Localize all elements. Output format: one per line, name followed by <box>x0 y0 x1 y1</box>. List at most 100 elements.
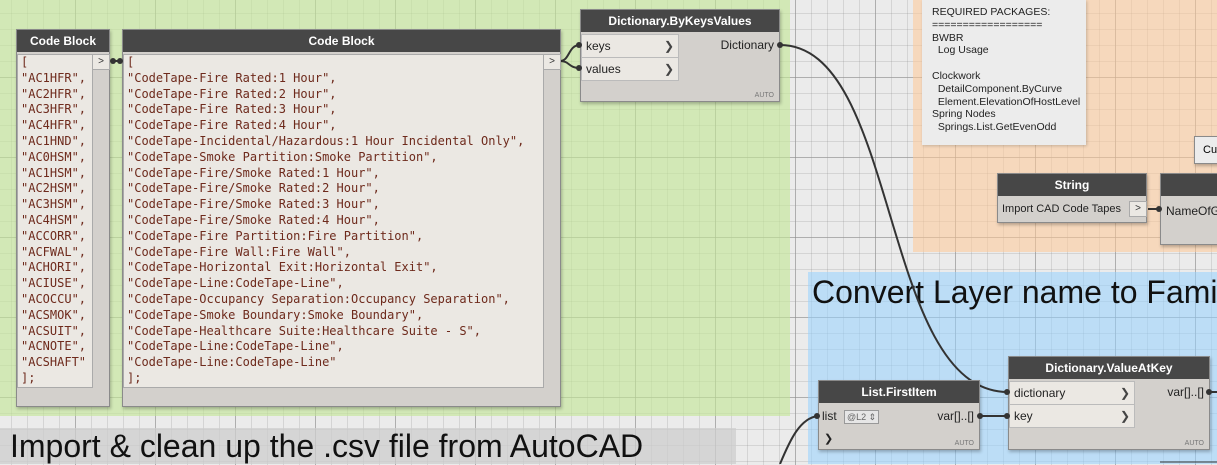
code-line: Element.ElevationOfHostLevel <box>932 95 1081 108</box>
code-line: "CodeTape-Fire/Smoke Rated:3 Hour", <box>127 197 380 212</box>
values-input-dot[interactable] <box>576 65 582 71</box>
dictionary-output-port[interactable]: Dictionary <box>686 34 779 56</box>
partial-node-name[interactable]: NameOfG <box>1160 173 1217 245</box>
code-line: "AC2HFR", <box>21 86 87 101</box>
chevron-right-icon: ❯ <box>824 433 834 445</box>
level-selector[interactable]: @L2 ⇕ <box>844 409 880 424</box>
group-import-csv[interactable]: Import & clean up the .csv file from Aut… <box>0 428 736 464</box>
dictionary-valueatkey-title: Dictionary.ValueAtKey <box>1009 357 1209 379</box>
lacing-auto-label: AUTO <box>754 92 774 99</box>
chevron-right-icon: ❯ <box>1119 386 1130 400</box>
code-line: "CodeTape-Smoke Boundary:Smoke Boundary"… <box>127 307 424 322</box>
stepper-icon[interactable]: ⇕ <box>866 412 877 422</box>
group-import-title: Import & clean up the .csv file from Aut… <box>10 428 644 464</box>
list-firstitem-title: List.FirstItem <box>819 381 979 403</box>
code-line: ================== <box>932 18 1043 31</box>
code-line: "AC4HFR", <box>21 118 87 133</box>
code-line: BWBR <box>932 31 964 44</box>
code-block-right-editor[interactable]: ["CodeTape-Fire Rated:1 Hour", "CodeTape-… <box>123 54 544 388</box>
code-line: "CodeTape-Horizontal Exit:Horizontal Exi… <box>127 260 438 275</box>
code-line: DetailComponent.ByCurve <box>932 82 1063 95</box>
valueatkey-output-port[interactable]: var[]..[] <box>1139 381 1209 403</box>
code-block-right-output-port[interactable]: > <box>543 54 561 70</box>
code-line: "CodeTape-Fire Rated:4 Hour", <box>127 118 337 133</box>
code-line: "CodeTape-Fire Partition:Fire Partition"… <box>127 228 424 243</box>
code-line: "ACSMOK", <box>21 307 87 322</box>
code-line: "AC4HSM", <box>21 212 87 227</box>
dictionary-bykeysvalues-title: Dictionary.ByKeysValues <box>581 10 779 32</box>
code-line: "AC1HSM", <box>21 165 87 180</box>
code-line: "ACSHAFT" <box>21 355 87 370</box>
code-line: "ACIUSE", <box>21 276 87 291</box>
code-right-input-dot[interactable] <box>117 58 123 64</box>
code-line: Spring Nodes <box>932 108 996 121</box>
code-line: [ <box>127 55 135 69</box>
code-line: "AC2HSM", <box>21 181 87 196</box>
dictionary-valueatkey-node[interactable]: Dictionary.ValueAtKey dictionary ❯ key ❯… <box>1008 356 1210 450</box>
required-packages-note[interactable]: REQUIRED PACKAGES: ================== BWBR… <box>922 0 1086 145</box>
partial-node-name-title <box>1161 174 1217 196</box>
code-line: "CodeTape-Fire Wall:Fire Wall", <box>127 244 351 259</box>
name-input-dot[interactable] <box>1156 206 1162 212</box>
code-line: "CodeTape-Occupancy Separation:Occupancy… <box>127 291 510 306</box>
chevron-right-icon: ❯ <box>1119 409 1130 423</box>
list-output-dot[interactable] <box>977 413 983 419</box>
code-block-left-editor[interactable]: ["AC1HFR", "AC2HFR", "AC3HFR", "AC4HFR", "AC… <box>17 54 93 388</box>
keys-input-dot[interactable] <box>576 42 582 48</box>
code-line: "AC3HFR", <box>21 102 87 117</box>
keys-input-port[interactable]: keys ❯ <box>581 34 679 58</box>
key-input-label: key <box>1014 409 1033 423</box>
code-block-left[interactable]: Code Block ["AC1HFR", "AC2HFR", "AC3HFR", "… <box>16 29 110 407</box>
code-line: REQUIRED PACKAGES: <box>932 6 1051 18</box>
dictionary-input-port[interactable]: dictionary ❯ <box>1009 381 1135 405</box>
string-output-port[interactable]: > <box>1129 201 1147 217</box>
code-block-left-title: Code Block <box>17 30 109 52</box>
dictionary-bykeysvalues-node[interactable]: Dictionary.ByKeysValues keys ❯ values ❯ … <box>580 9 780 102</box>
code-line: "CodeTape-Incidental/Hazardous:1 Hour In… <box>127 133 525 148</box>
list-input-port[interactable]: list @L2 ⇕ ❯ <box>822 405 892 445</box>
code-line: "CodeTape-Healthcare Suite:Healthcare Su… <box>127 323 482 338</box>
partial-node-top-label: Cu <box>1203 144 1217 156</box>
code-line: Springs.List.GetEvenOdd <box>932 121 1057 134</box>
key-input-port[interactable]: key ❯ <box>1009 404 1135 428</box>
code-line: Clockwork <box>932 69 981 82</box>
group-convert-title: Convert Layer name to Fami <box>812 274 1217 310</box>
code-line: "CodeTape-Fire/Smoke Rated:4 Hour", <box>127 212 380 227</box>
string-node[interactable]: String Import CAD Code Tapes > <box>997 173 1147 223</box>
code-line: "CodeTape-Line:CodeTape-Line", <box>127 276 344 291</box>
string-value-input[interactable]: Import CAD Code Tapes <box>998 198 1130 220</box>
code-line: "ACHORI", <box>21 260 87 275</box>
key-input-dot[interactable] <box>1004 413 1010 419</box>
values-input-port[interactable]: values ❯ <box>581 57 679 81</box>
code-line: "ACFWAL", <box>21 244 87 259</box>
values-input-label: values <box>586 62 621 76</box>
list-firstitem-node[interactable]: List.FirstItem list @L2 ⇕ ❯ var[]..[] AU… <box>818 380 980 450</box>
dictionary-output-dot[interactable] <box>777 42 783 48</box>
code-line: "CodeTape-Smoke Partition:Smoke Partitio… <box>127 149 438 164</box>
code-left-output-dot[interactable] <box>110 58 116 64</box>
code-line: "AC0HSM", <box>21 149 87 164</box>
code-line: "CodeTape-Fire/Smoke Rated:2 Hour", <box>127 181 380 196</box>
code-line: "CodeTape-Line:CodeTape-Line", <box>127 339 344 354</box>
code-line: ]; <box>127 370 142 385</box>
list-input-dot[interactable] <box>814 413 820 419</box>
code-line: "AC1HFR", <box>21 70 87 85</box>
code-line: "CodeTape-Line:CodeTape-Line" <box>127 355 337 370</box>
code-line: "CodeTape-Fire Rated:2 Hour", <box>127 86 337 101</box>
code-block-right[interactable]: Code Block ["CodeTape-Fire Rated:1 Hour"… <box>122 29 561 407</box>
list-firstitem-output-port[interactable]: var[]..[] <box>909 405 979 427</box>
code-block-left-output-port[interactable]: > <box>92 54 110 70</box>
code-line: "CodeTape-Fire/Smoke Rated:1 Hour", <box>127 165 380 180</box>
dictionary-input-dot[interactable] <box>1004 389 1010 395</box>
chevron-right-icon: ❯ <box>663 39 674 53</box>
code-line: "CodeTape-Fire Rated:3 Hour", <box>127 102 337 117</box>
code-line: "ACCORR", <box>21 228 87 243</box>
code-line: ]; <box>21 370 36 385</box>
partial-node-top[interactable]: Cu <box>1194 136 1217 164</box>
valueatkey-output-dot[interactable] <box>1206 389 1212 395</box>
code-line: "ACNOTE", <box>21 339 87 354</box>
code-line: "CodeTape-Fire Rated:1 Hour", <box>127 70 337 85</box>
code-line: "AC1HND", <box>21 133 87 148</box>
list-input-label: list <box>822 409 837 423</box>
lacing-auto-label: AUTO <box>1184 440 1204 447</box>
